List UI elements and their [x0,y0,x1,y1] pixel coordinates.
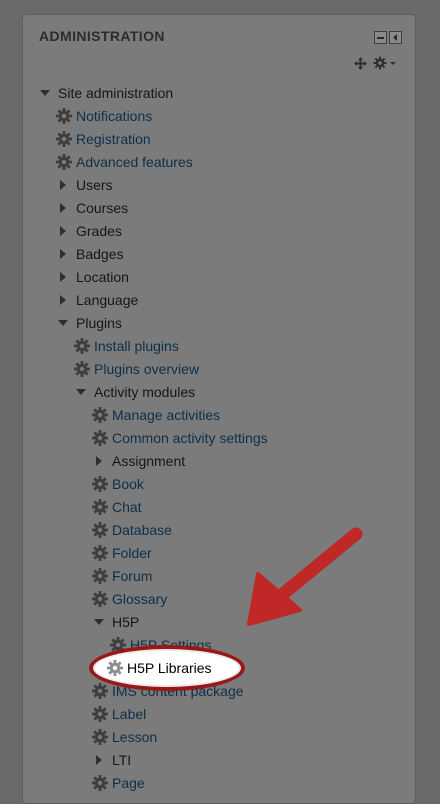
red-arrow-icon [247,527,363,626]
